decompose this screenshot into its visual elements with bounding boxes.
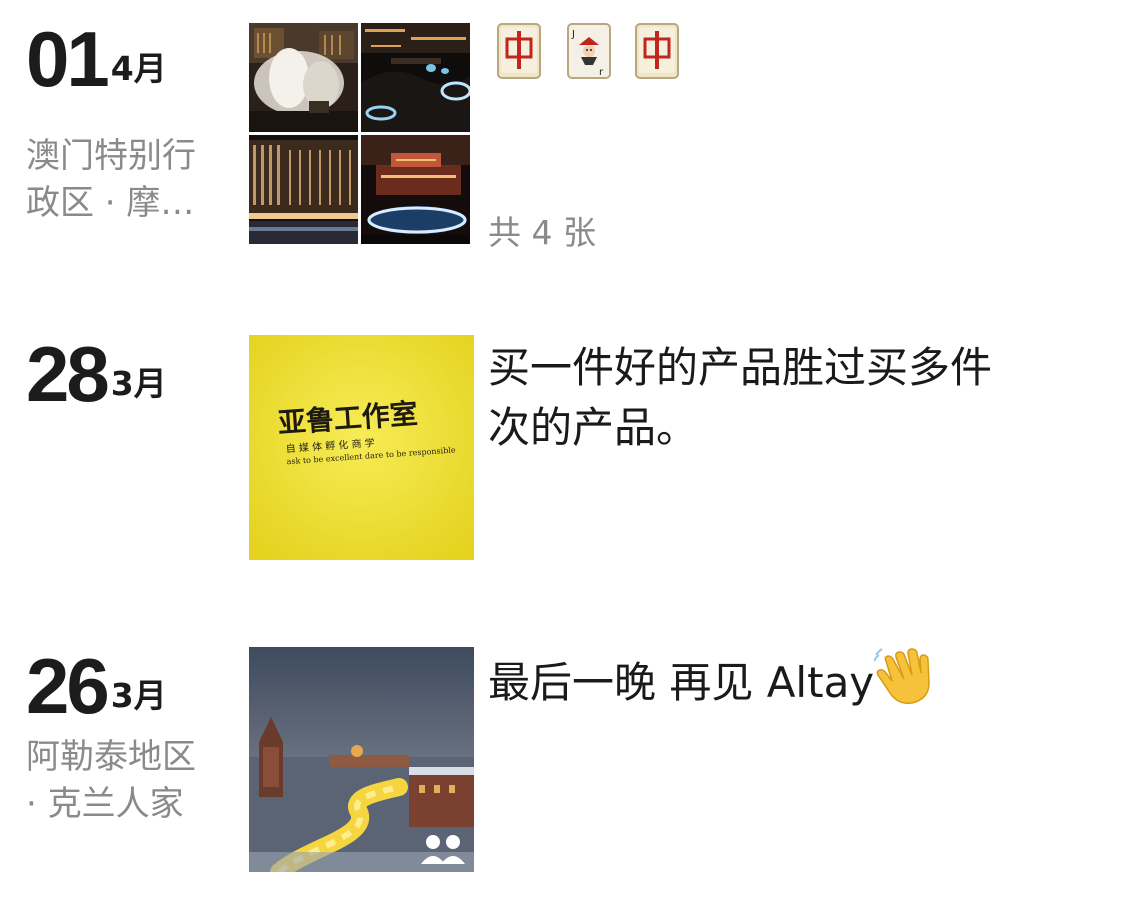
location-line: · 克兰人家 — [26, 784, 184, 824]
waving-hand-icon — [874, 648, 930, 705]
post-date: 26 3月 — [26, 647, 167, 725]
caption-line: 买一件好的产品胜过买多件 — [488, 343, 993, 392]
photo-count: 共 4 张 — [488, 213, 596, 252]
location-line: 阿勒泰地区 — [26, 737, 196, 777]
photo-grid[interactable] — [249, 23, 474, 248]
caption-line: 次的产品。 — [488, 403, 699, 452]
photo-thumbnail[interactable] — [249, 23, 358, 132]
post-caption[interactable]: 最后一晚 再见 Altay — [488, 647, 1088, 713]
photo-thumbnail[interactable] — [361, 23, 470, 132]
photo-thumbnail[interactable]: 亚鲁工作室 自 媒 体 孵 化 商 学 ask to be excellent … — [249, 335, 474, 560]
photo-thumbnail[interactable] — [361, 135, 470, 244]
location-line: 政区 · 摩… — [26, 183, 195, 223]
moment-post: 01 4月 澳门特别行 政区 · 摩… J r 共 4 张 — [0, 20, 1125, 260]
photo-thumbnail[interactable] — [249, 647, 474, 872]
moment-post: 26 3月 阿勒泰地区 · 克兰人家 最后一晚 再见 Altay — [0, 647, 1125, 872]
mahjong-red-dragon-icon — [635, 23, 679, 79]
post-location[interactable]: 阿勒泰地区 · 克兰人家 — [26, 734, 226, 828]
post-date: 28 3月 — [26, 335, 167, 413]
moment-post: 28 3月 亚鲁工作室 自 媒 体 孵 化 商 学 ask to be excel… — [0, 335, 1125, 560]
post-location[interactable]: 澳门特别行 政区 · 摩… — [26, 133, 226, 227]
location-line: 澳门特别行 — [26, 136, 196, 176]
post-day: 28 — [26, 330, 110, 418]
caption-text: 最后一晚 再见 Altay — [488, 658, 875, 707]
post-month: 3月 — [110, 364, 167, 403]
post-day: 26 — [26, 642, 110, 730]
post-date: 01 4月 — [26, 20, 167, 98]
photo-thumbnail[interactable] — [249, 135, 358, 244]
post-day: 01 — [26, 15, 110, 103]
svg-text:J: J — [571, 29, 575, 40]
mahjong-red-dragon-icon — [497, 23, 541, 79]
post-month: 4月 — [110, 49, 167, 88]
post-month: 3月 — [110, 676, 167, 715]
post-caption[interactable]: 买一件好的产品胜过买多件 次的产品。 — [488, 338, 1088, 458]
joker-card-icon: J r — [567, 23, 611, 79]
